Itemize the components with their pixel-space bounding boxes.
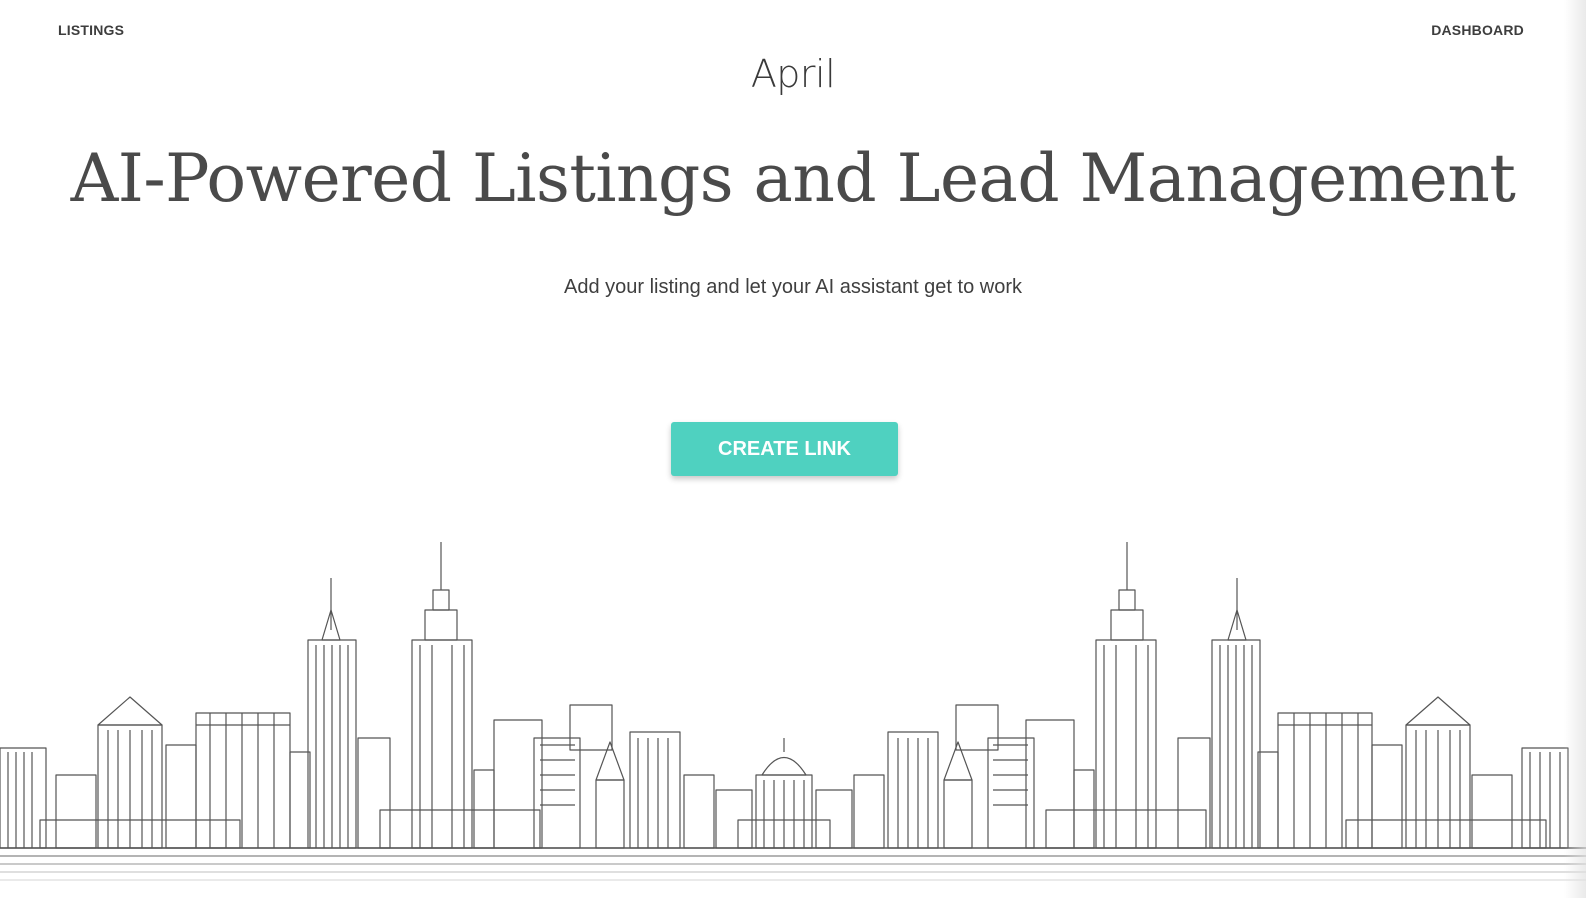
skyline-left [0, 542, 753, 849]
hero-headline: AI-Powered Listings and Lead Management [70, 140, 1516, 217]
skyline-right [815, 542, 1569, 849]
nav-link-listings[interactable]: LISTINGS [58, 22, 124, 38]
create-link-button[interactable]: CREATE LINK [671, 422, 898, 476]
hero-subheadline: Add your listing and let your AI assista… [563, 276, 1023, 298]
page-right-shadow [1564, 0, 1586, 898]
brand-logo[interactable]: April [0, 52, 1586, 96]
city-skyline-illustration [0, 542, 1586, 881]
nav-link-dashboard[interactable]: DASHBOARD [1431, 22, 1524, 38]
